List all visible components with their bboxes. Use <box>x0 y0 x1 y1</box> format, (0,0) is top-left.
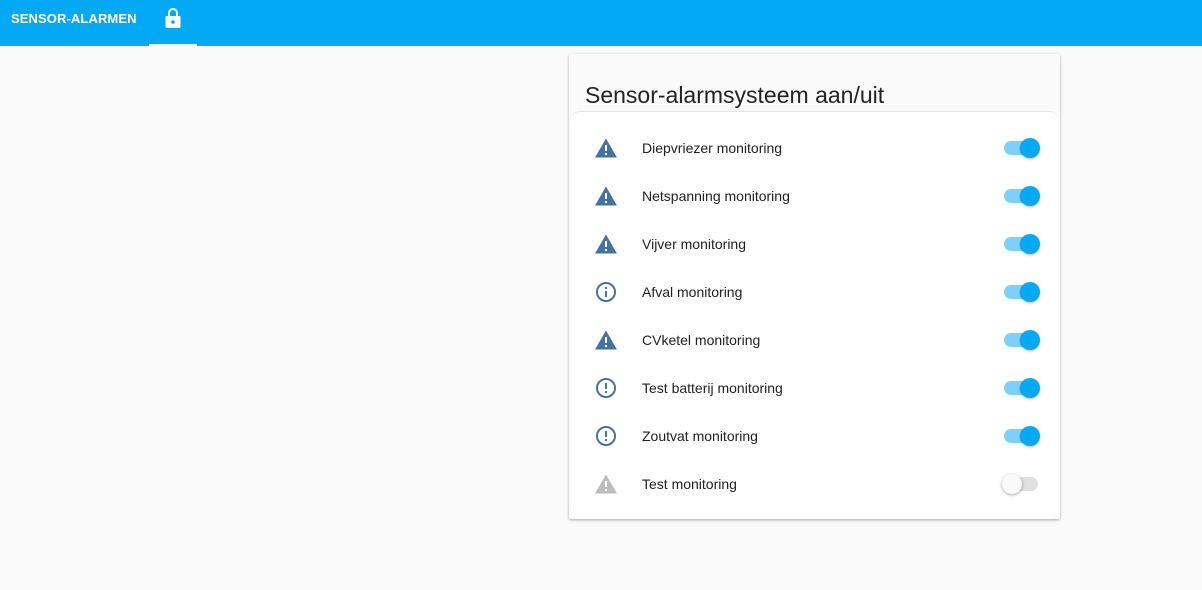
entity-row: Netspanning monitoring <box>570 172 1059 220</box>
toggle-thumb <box>1002 474 1022 494</box>
entity-row: Test monitoring <box>570 460 1059 508</box>
alert-icon <box>594 136 618 160</box>
alert-icon <box>594 328 618 352</box>
toggle-thumb <box>1020 330 1040 350</box>
entity-label[interactable]: Zoutvat monitoring <box>642 427 758 445</box>
toggle-switch[interactable] <box>1002 282 1040 302</box>
alert-icon-svg <box>595 186 617 206</box>
alert-icon <box>594 472 618 496</box>
alert-icon-svg <box>595 474 617 494</box>
tab-lock[interactable] <box>149 0 197 46</box>
entity-row: Afval monitoring <box>570 268 1059 316</box>
tab-sensor-alarmen[interactable]: SENSOR-ALARMEN <box>11 11 137 27</box>
alert-icon-svg <box>595 234 617 254</box>
entity-row: Zoutvat monitoring <box>570 412 1059 460</box>
toggle-thumb <box>1020 138 1040 158</box>
entity-label[interactable]: Test batterij monitoring <box>642 379 783 397</box>
entity-row: Test batterij monitoring <box>570 364 1059 412</box>
entity-row: Diepvriezer monitoring <box>570 124 1059 172</box>
toggle-thumb <box>1020 282 1040 302</box>
alert-icon <box>594 232 618 256</box>
lock-icon <box>165 8 181 28</box>
app-header: SENSOR-ALARMEN <box>0 0 1202 46</box>
entity-row: CVketel monitoring <box>570 316 1059 364</box>
alert-circle-outline-icon <box>594 376 618 400</box>
toggle-switch[interactable] <box>1002 186 1040 206</box>
alert-icon-svg <box>595 330 617 350</box>
entity-list: Diepvriezer monitoring Netspanning monito… <box>570 111 1059 519</box>
toggle-thumb <box>1020 378 1040 398</box>
alert-circle-outline-icon <box>594 424 618 448</box>
entities-card: Sensor-alarmsysteem aan/uit Diepvriezer … <box>569 54 1060 519</box>
entity-row: Vijver monitoring <box>570 220 1059 268</box>
alert-icon <box>594 184 618 208</box>
toggle-switch[interactable] <box>1002 474 1040 494</box>
entity-label[interactable]: CVketel monitoring <box>642 331 760 349</box>
toggle-switch[interactable] <box>1002 138 1040 158</box>
alert-icon-svg <box>595 138 617 158</box>
toggle-switch[interactable] <box>1002 330 1040 350</box>
entity-label[interactable]: Vijver monitoring <box>642 235 746 253</box>
toggle-thumb <box>1020 426 1040 446</box>
information-outline-icon-svg <box>596 282 616 302</box>
tab-active-indicator <box>149 44 197 46</box>
entity-label[interactable]: Afval monitoring <box>642 283 742 301</box>
entity-label[interactable]: Test monitoring <box>642 475 737 493</box>
information-outline-icon <box>594 280 618 304</box>
toggle-switch[interactable] <box>1002 426 1040 446</box>
alert-circle-outline-icon-svg <box>596 378 616 398</box>
alert-circle-outline-icon-svg <box>596 426 616 446</box>
entity-label[interactable]: Diepvriezer monitoring <box>642 139 782 157</box>
toggle-switch[interactable] <box>1002 378 1040 398</box>
toggle-thumb <box>1020 234 1040 254</box>
toggle-switch[interactable] <box>1002 234 1040 254</box>
card-title: Sensor-alarmsysteem aan/uit <box>585 82 885 108</box>
entity-label[interactable]: Netspanning monitoring <box>642 187 790 205</box>
toggle-thumb <box>1020 186 1040 206</box>
